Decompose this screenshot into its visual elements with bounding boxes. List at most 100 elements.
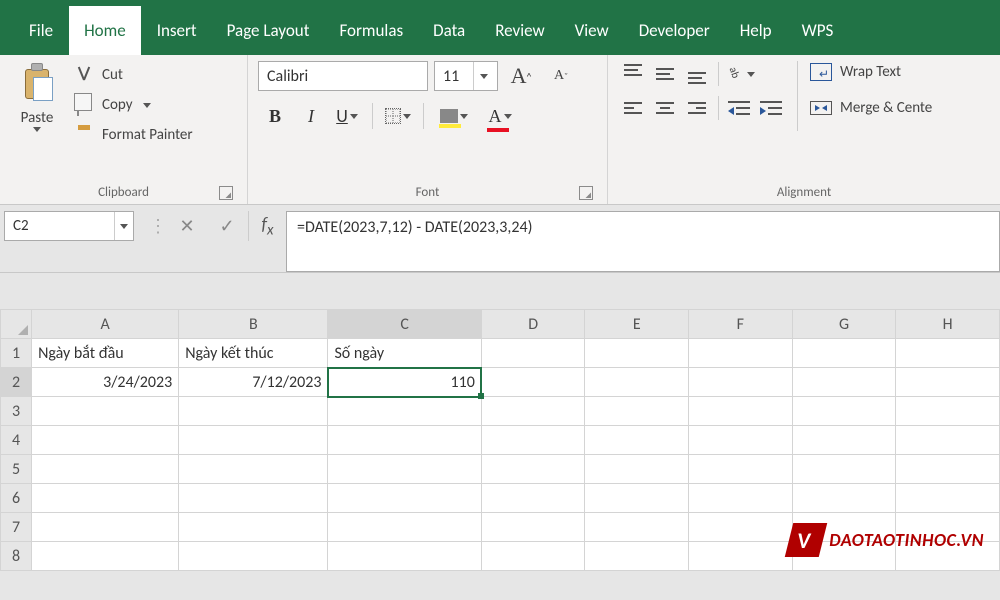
row-header-1[interactable]: 1 [1, 339, 32, 368]
cell-F1[interactable] [689, 339, 793, 368]
cell-C5[interactable] [328, 455, 481, 484]
cell-C6[interactable] [328, 484, 481, 513]
row-header-3[interactable]: 3 [1, 397, 32, 426]
chevron-down-icon[interactable] [143, 103, 151, 108]
cell-F7[interactable] [689, 513, 793, 542]
cell-A4[interactable] [32, 426, 179, 455]
underline-button[interactable]: U [330, 101, 364, 131]
tab-help[interactable]: Help [725, 6, 787, 55]
cell-C3[interactable] [328, 397, 481, 426]
cell-A5[interactable] [32, 455, 179, 484]
col-header-G[interactable]: G [792, 310, 896, 339]
font-name-combo[interactable] [258, 61, 428, 91]
cell-D6[interactable] [481, 484, 585, 513]
row-header-8[interactable]: 8 [1, 542, 32, 571]
tab-view[interactable]: View [560, 6, 624, 55]
row-header-2[interactable]: 2 [1, 368, 32, 397]
cell-G2[interactable] [792, 368, 896, 397]
resize-handle-icon[interactable]: ⋮ [148, 211, 168, 241]
chevron-down-icon[interactable] [33, 127, 41, 132]
cell-G5[interactable] [792, 455, 896, 484]
cell-D8[interactable] [481, 542, 585, 571]
tab-home[interactable]: Home [68, 5, 142, 55]
chevron-down-icon[interactable] [460, 114, 468, 119]
increase-font-button[interactable]: A^ [504, 61, 538, 91]
cell-C4[interactable] [328, 426, 481, 455]
cut-button[interactable]: Cut [70, 63, 197, 87]
cell-H3[interactable] [896, 397, 1000, 426]
tab-review[interactable]: Review [480, 6, 559, 55]
cell-E1[interactable] [585, 339, 689, 368]
wrap-text-button[interactable]: Wrap Text [808, 61, 934, 83]
font-color-button[interactable]: A [478, 101, 522, 131]
cancel-formula-button[interactable]: ✕ [168, 211, 206, 241]
tab-data[interactable]: Data [418, 6, 480, 55]
decrease-indent-button[interactable] [725, 95, 755, 121]
orientation-button[interactable] [725, 61, 755, 87]
cell-A8[interactable] [32, 542, 179, 571]
bold-button[interactable]: B [258, 101, 292, 131]
cell-D1[interactable] [481, 339, 585, 368]
cell-H5[interactable] [896, 455, 1000, 484]
name-box[interactable] [4, 211, 134, 241]
row-header-6[interactable]: 6 [1, 484, 32, 513]
tab-insert[interactable]: Insert [142, 6, 212, 55]
align-right-button[interactable] [682, 95, 712, 121]
cell-A7[interactable] [32, 513, 179, 542]
row-header-7[interactable]: 7 [1, 513, 32, 542]
formula-input[interactable]: =DATE(2023,7,12) - DATE(2023,3,24) [286, 211, 1000, 272]
cell-F4[interactable] [689, 426, 793, 455]
tab-wps[interactable]: WPS [787, 6, 849, 55]
cell-H4[interactable] [896, 426, 1000, 455]
worksheet[interactable]: A B C D E F G H 1 Ngày bắt đầu Ngày kết … [0, 309, 1000, 571]
cell-A6[interactable] [32, 484, 179, 513]
cell-D7[interactable] [481, 513, 585, 542]
cell-D3[interactable] [481, 397, 585, 426]
cell-C8[interactable] [328, 542, 481, 571]
dialog-launcher-icon[interactable] [219, 186, 233, 200]
cell-C2[interactable]: 110 [328, 368, 481, 397]
cell-A2[interactable]: 3/24/2023 [32, 368, 179, 397]
col-header-F[interactable]: F [689, 310, 793, 339]
copy-button[interactable]: Copy [70, 93, 197, 117]
chevron-down-icon[interactable] [480, 74, 488, 79]
cell-E6[interactable] [585, 484, 689, 513]
tab-file[interactable]: File [14, 6, 68, 55]
insert-function-button[interactable]: fx [248, 211, 286, 241]
fill-color-button[interactable] [432, 101, 476, 131]
cell-H1[interactable] [896, 339, 1000, 368]
chevron-down-icon[interactable] [403, 114, 411, 119]
cell-E8[interactable] [585, 542, 689, 571]
col-header-C[interactable]: C [328, 310, 481, 339]
align-top-button[interactable] [618, 61, 648, 87]
cell-F2[interactable] [689, 368, 793, 397]
cell-E3[interactable] [585, 397, 689, 426]
font-name-input[interactable] [259, 67, 457, 86]
select-all-corner[interactable] [1, 310, 32, 339]
cell-G4[interactable] [792, 426, 896, 455]
cell-G6[interactable] [792, 484, 896, 513]
font-size-combo[interactable] [434, 61, 498, 91]
cell-D2[interactable] [481, 368, 585, 397]
align-bottom-button[interactable] [682, 61, 712, 87]
decrease-font-button[interactable]: Aˇ [544, 61, 578, 91]
cell-G3[interactable] [792, 397, 896, 426]
cell-B3[interactable] [179, 397, 328, 426]
paste-button[interactable]: Paste [10, 61, 64, 132]
align-middle-button[interactable] [650, 61, 680, 87]
col-header-H[interactable]: H [896, 310, 1000, 339]
tab-formulas[interactable]: Formulas [324, 6, 418, 55]
align-center-button[interactable] [650, 95, 680, 121]
dialog-launcher-icon[interactable] [579, 186, 593, 200]
align-left-button[interactable] [618, 95, 648, 121]
cell-B6[interactable] [179, 484, 328, 513]
col-header-B[interactable]: B [179, 310, 328, 339]
tab-page-layout[interactable]: Page Layout [212, 6, 325, 55]
col-header-A[interactable]: A [32, 310, 179, 339]
cell-B1[interactable]: Ngày kết thúc [179, 339, 328, 368]
italic-button[interactable]: I [294, 101, 328, 131]
cell-G1[interactable] [792, 339, 896, 368]
cell-D5[interactable] [481, 455, 585, 484]
cell-E2[interactable] [585, 368, 689, 397]
cell-B2[interactable]: 7/12/2023 [179, 368, 328, 397]
